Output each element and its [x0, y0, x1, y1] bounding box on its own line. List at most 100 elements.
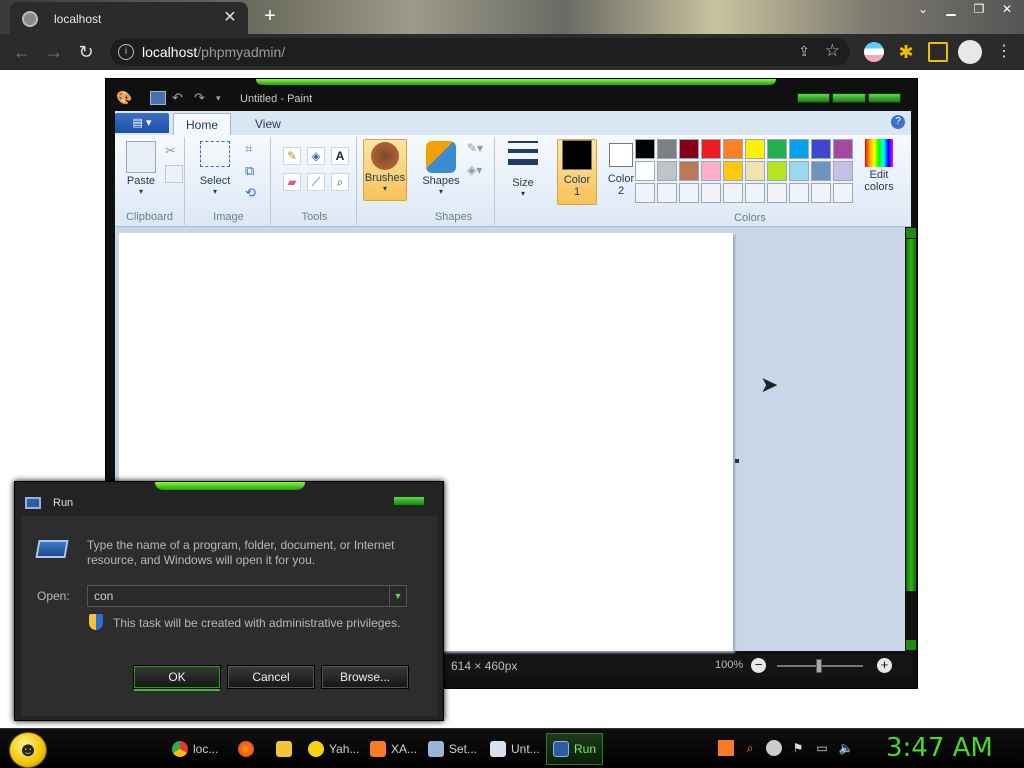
taskbar-item-paint[interactable]: Unt...	[484, 733, 546, 765]
taskbar-clock[interactable]: 3:47 AM	[886, 733, 993, 763]
taskbar-item-xampp[interactable]: XA...	[364, 733, 423, 765]
xampp-tray-icon[interactable]	[718, 740, 734, 756]
minimize-icon[interactable]: ▁	[940, 2, 962, 16]
palette-swatch[interactable]	[657, 183, 677, 203]
start-button[interactable]: ☻	[9, 732, 47, 768]
select-button[interactable]: Select ▾	[195, 141, 235, 196]
restore-icon[interactable]: ❐	[968, 2, 990, 16]
paste-button[interactable]: Paste ▾	[121, 141, 161, 196]
close-icon[interactable]: ✕	[996, 2, 1018, 16]
palette-swatch[interactable]	[745, 139, 765, 159]
color-picker-icon[interactable]: ⟋	[307, 173, 325, 191]
palette-swatch[interactable]	[811, 161, 831, 181]
paint-minimize-button[interactable]	[797, 93, 831, 103]
extensions-puzzle-icon[interactable]: ✱	[896, 42, 916, 62]
extension-flag-icon[interactable]	[864, 42, 884, 62]
palette-swatch[interactable]	[789, 161, 809, 181]
messenger-tray-icon[interactable]	[766, 740, 782, 756]
color1-button[interactable]: Color 1	[557, 139, 597, 205]
zoom-out-button[interactable]: −	[751, 658, 766, 673]
customize-toolbar-icon[interactable]: ▾	[216, 91, 232, 105]
zoom-in-button[interactable]: +	[877, 658, 892, 673]
paint-close-button[interactable]	[867, 93, 901, 103]
chevron-down-icon[interactable]: ⌄	[912, 2, 934, 16]
palette-swatch[interactable]	[635, 161, 655, 181]
palette-swatch[interactable]	[811, 183, 831, 203]
palette-swatch[interactable]	[767, 183, 787, 203]
save-icon[interactable]	[150, 91, 166, 105]
brushes-button[interactable]: Brushes ▾	[363, 139, 407, 201]
tab-home[interactable]: Home	[173, 113, 232, 135]
paint-app-icon[interactable]: 🎨	[116, 91, 132, 105]
palette-swatch[interactable]	[833, 161, 853, 181]
open-input[interactable]: con	[87, 585, 407, 607]
palette-swatch[interactable]	[723, 139, 743, 159]
palette-swatch[interactable]	[767, 161, 787, 181]
site-info-icon[interactable]: i	[118, 44, 134, 60]
address-bar[interactable]: i localhost/phpmyadmin/ ⇪ ☆	[110, 38, 850, 66]
cut-icon[interactable]: ✂	[165, 143, 183, 161]
taskbar-item-run[interactable]: Run	[546, 733, 604, 765]
fill-shape-icon[interactable]: ◈▾	[467, 163, 485, 181]
browser-menu-icon[interactable]: ⋮	[994, 42, 1014, 62]
taskbar-item-settings[interactable]: Set...	[422, 733, 483, 765]
canvas-resize-handle[interactable]	[735, 459, 739, 463]
palette-swatch[interactable]	[723, 161, 743, 181]
volume-icon[interactable]: 🔈	[838, 740, 854, 756]
pencil-icon[interactable]: ✎	[283, 147, 301, 165]
forward-icon[interactable]: →	[42, 40, 66, 64]
redo-icon[interactable]: ↷	[194, 91, 210, 105]
palette-swatch[interactable]	[679, 183, 699, 203]
back-icon[interactable]: ←	[10, 40, 34, 64]
magnifier-icon[interactable]: ⌕	[331, 173, 349, 191]
palette-swatch[interactable]	[767, 139, 787, 159]
taskbar-item-chrome[interactable]: loc...	[166, 733, 224, 765]
paint-maximize-button[interactable]	[832, 93, 866, 103]
action-center-flag-icon[interactable]: ⚑	[790, 740, 806, 756]
palette-swatch[interactable]	[833, 139, 853, 159]
ok-button[interactable]: OK	[133, 665, 221, 689]
text-icon[interactable]: A	[331, 147, 349, 165]
copy-icon[interactable]	[165, 165, 183, 183]
palette-swatch[interactable]	[701, 183, 721, 203]
search-icon[interactable]: ⌕	[742, 740, 758, 756]
run-close-button[interactable]	[393, 496, 425, 506]
scroll-down-arrow[interactable]	[906, 640, 916, 650]
outline-icon[interactable]: ✎▾	[467, 141, 485, 159]
reload-icon[interactable]: ↻	[74, 40, 98, 64]
palette-swatch[interactable]	[745, 161, 765, 181]
file-menu-button[interactable]: ▤ ▾	[115, 113, 169, 133]
palette-swatch[interactable]	[833, 183, 853, 203]
taskbar-item-explorer[interactable]	[270, 733, 298, 765]
zoom-slider-thumb[interactable]	[816, 659, 822, 673]
edit-colors-button[interactable]: Edit colors	[857, 139, 901, 193]
scrollbar-thumb[interactable]	[906, 239, 916, 591]
shapes-button[interactable]: Shapes ▾	[419, 141, 463, 196]
palette-swatch[interactable]	[679, 139, 699, 159]
taskbar-item-yahoo[interactable]: Yah...	[302, 733, 365, 765]
fill-icon[interactable]: ◈	[307, 147, 325, 165]
palette-swatch[interactable]	[723, 183, 743, 203]
palette-swatch[interactable]	[701, 139, 721, 159]
palette-swatch[interactable]	[657, 139, 677, 159]
open-dropdown-icon[interactable]: ▼	[389, 586, 406, 606]
palette-swatch[interactable]	[789, 139, 809, 159]
taskbar-item-firefox[interactable]	[232, 733, 260, 765]
crop-icon[interactable]: ⌗	[245, 141, 263, 159]
palette-swatch[interactable]	[635, 139, 655, 159]
tab-view[interactable]: View	[243, 113, 293, 135]
size-button[interactable]: Size ▾	[505, 141, 541, 198]
share-icon[interactable]: ⇪	[798, 43, 810, 60]
help-icon[interactable]: ?	[891, 115, 905, 129]
cancel-button[interactable]: Cancel	[227, 665, 315, 689]
browse-button[interactable]: Browse...	[321, 665, 409, 689]
scroll-up-arrow[interactable]	[906, 228, 916, 238]
browser-tab[interactable]: localhost ✕	[10, 2, 248, 34]
resize-icon[interactable]: ⧉	[245, 163, 263, 181]
palette-swatch[interactable]	[701, 161, 721, 181]
new-tab-button[interactable]: +	[258, 5, 282, 29]
undo-icon[interactable]: ↶	[172, 91, 188, 105]
palette-swatch[interactable]	[789, 183, 809, 203]
palette-swatch[interactable]	[811, 139, 831, 159]
bookmark-star-icon[interactable]: ☆	[825, 41, 840, 61]
